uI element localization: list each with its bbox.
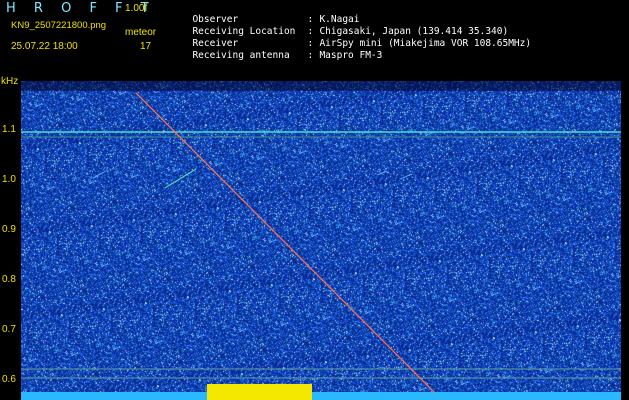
y-tick-label: 0.6 bbox=[2, 374, 16, 385]
spectrogram-overlay bbox=[21, 92, 621, 400]
info-sep: : bbox=[307, 50, 314, 61]
mode-label: meteor bbox=[125, 27, 157, 38]
y-tick-label: 1.0 bbox=[2, 174, 16, 185]
meteor-echo bbox=[92, 171, 105, 179]
y-tick-label: 0.7 bbox=[2, 324, 16, 335]
version-label: 1.00f bbox=[125, 3, 148, 14]
spectrogram bbox=[21, 81, 621, 400]
info-label: Receiving antenna bbox=[192, 50, 290, 61]
meteor-trace-core bbox=[135, 92, 440, 398]
datetime-label: 25.07.22 18:00 bbox=[11, 41, 78, 52]
signal-meter-cyan bbox=[21, 392, 621, 400]
y-tick-label: 0.9 bbox=[2, 224, 16, 235]
info-antenna: Receiving antenna: Maspro FM-3 bbox=[181, 39, 382, 61]
info-value: Maspro FM-3 bbox=[319, 50, 383, 61]
y-tick-label: 0.8 bbox=[2, 274, 16, 285]
count-label: 17 bbox=[140, 41, 152, 52]
filename-label: KN9_2507221800.png bbox=[11, 20, 107, 31]
y-axis-unit: kHz bbox=[1, 76, 19, 87]
meteor-echo bbox=[164, 168, 197, 189]
meteor-echo bbox=[376, 170, 388, 176]
meteor-echo bbox=[400, 173, 412, 180]
signal-meter-yellow bbox=[207, 384, 312, 400]
y-tick-label: 1.1 bbox=[2, 124, 16, 135]
